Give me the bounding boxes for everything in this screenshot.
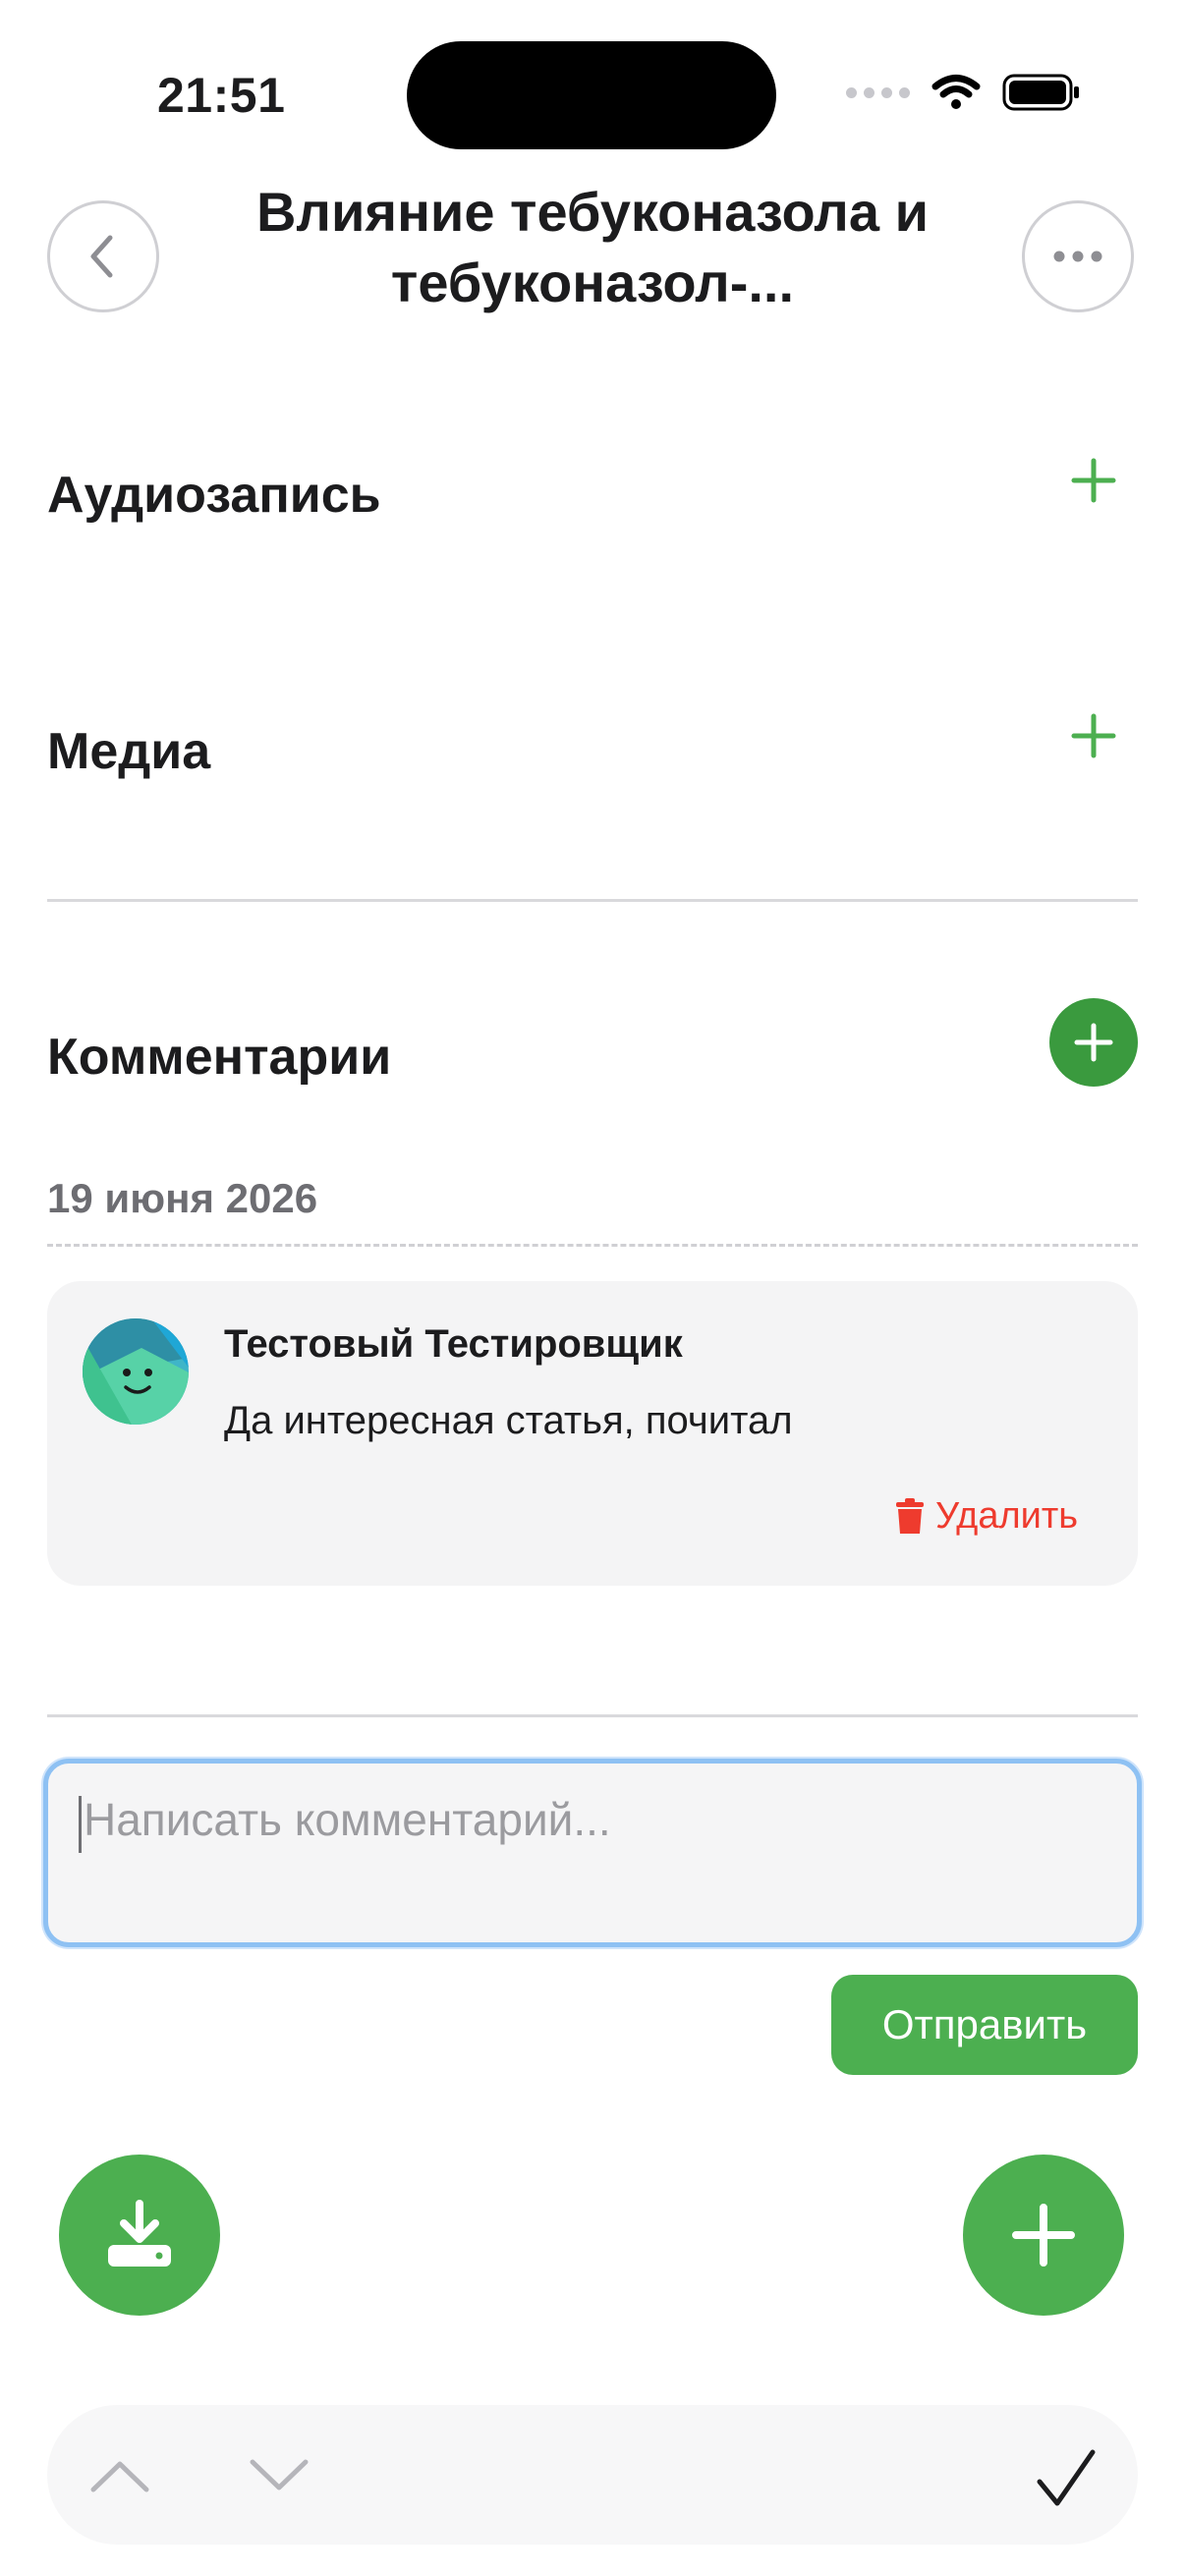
download-icon [108, 2200, 171, 2267]
audio-section-title: Аудиозапись [47, 467, 381, 524]
add-fab-button[interactable] [963, 2155, 1124, 2316]
ellipsis-icon [1053, 251, 1102, 262]
previous-field-button[interactable] [86, 2446, 153, 2505]
comments-section-title: Комментарии [47, 1029, 392, 1086]
chevron-down-icon [250, 2459, 309, 2491]
media-section-title: Медиа [47, 723, 211, 780]
add-media-button[interactable] [1071, 713, 1116, 763]
plus-icon [1071, 458, 1116, 503]
back-button[interactable] [47, 200, 159, 312]
done-button[interactable] [1032, 2444, 1100, 2513]
dynamic-island [407, 41, 776, 149]
trash-icon [896, 1497, 924, 1534]
delete-comment-button[interactable]: Удалить [894, 1495, 1078, 1538]
download-button[interactable] [59, 2155, 220, 2316]
battery-icon [1002, 74, 1079, 111]
chevron-up-icon [90, 2461, 149, 2492]
plus-icon [1071, 713, 1116, 758]
page-title: Влияние тебуконазола и тебуконазол-... [255, 181, 929, 313]
comment-date: 19 июня 2026 [47, 1175, 318, 1221]
bottom-toolbar [47, 2405, 1138, 2545]
cellular-signal-icon [846, 86, 910, 98]
wifi-icon [931, 75, 981, 109]
plus-icon [1074, 1023, 1113, 1062]
composer-divider [47, 1714, 1138, 1717]
send-button[interactable]: Отправить [831, 1975, 1138, 2075]
checkmark-icon [1037, 2449, 1096, 2506]
text-caret [79, 1796, 82, 1853]
add-comment-button[interactable] [1049, 998, 1138, 1087]
comment-input-container [43, 1759, 1142, 1947]
more-button[interactable] [1022, 200, 1134, 312]
chevron-left-icon [90, 235, 113, 278]
add-audio-button[interactable] [1071, 458, 1116, 508]
comment-input[interactable] [48, 1764, 1137, 1942]
next-field-button[interactable] [246, 2446, 312, 2505]
comment-author: Тестовый Тестировщик [224, 1322, 683, 1366]
delete-label: Удалить [935, 1495, 1079, 1537]
plus-icon [1012, 2204, 1075, 2267]
avatar [83, 1318, 189, 1425]
section-divider [47, 899, 1138, 902]
status-time: 21:51 [157, 68, 286, 123]
status-icons [846, 73, 1081, 112]
date-divider [47, 1244, 1138, 1247]
comment-text: Да интересная статья, почитал [224, 1399, 793, 1442]
